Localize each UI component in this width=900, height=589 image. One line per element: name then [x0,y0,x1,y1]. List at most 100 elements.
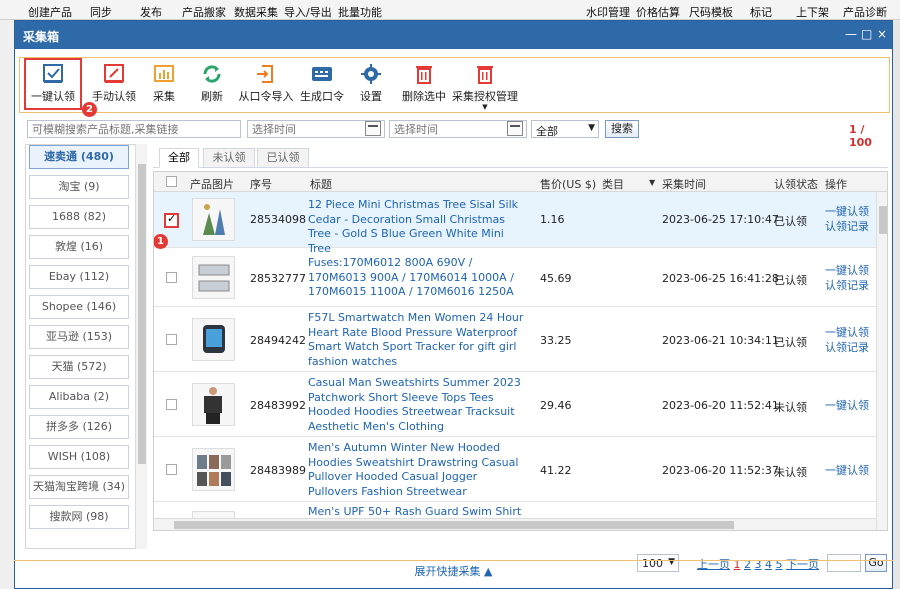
row-checkbox[interactable] [166,334,177,345]
sidebar-item-dhgate[interactable]: 敦煌 (16) [29,235,129,259]
source-sidebar: 速卖通 (480) 淘宝 (9) 1688 (82) 敦煌 (16) Ebay … [25,144,147,549]
sidebar-item-ebay[interactable]: Ebay (112) [29,265,129,289]
trash-icon [416,66,432,84]
search-input[interactable] [27,120,241,138]
col-category[interactable]: 类目 [602,176,624,192]
row-checkbox[interactable] [166,272,177,283]
row-title-link[interactable]: Fuses:170M6012 800A 690V / 170M6013 900A… [308,256,530,300]
table-row[interactable]: 28483992 Casual Man Sweatshirts Summer 2… [154,373,876,437]
generate-code-icon [312,67,332,81]
sidebar-scrollbar[interactable] [135,144,147,549]
menu-publish[interactable]: 发布 [140,4,162,20]
sidebar-item-taobao[interactable]: 淘宝 (9) [29,175,129,199]
product-thumbnail [192,198,235,241]
sidebar-item-pinduoduo[interactable]: 拼多多 (126) [29,415,129,439]
product-thumbnail [192,448,235,491]
manual-claim-button[interactable]: 手动认领 [86,58,142,112]
menu-sync[interactable]: 同步 [90,4,112,20]
table-row[interactable]: 28494242 F57L Smartwatch Men Women 24 Ho… [154,308,876,372]
row-checkbox-checked[interactable]: ✓ [164,212,179,228]
table-horizontal-scrollbar[interactable] [154,518,876,530]
row-claim-link[interactable]: 一键认领 [825,205,869,219]
tab-all[interactable]: 全部 [159,148,199,168]
import-from-code-button[interactable]: 从口令导入 [238,58,294,112]
sidebar-item-aliexpress[interactable]: 速卖通 (480) [29,145,129,169]
background-panel [0,20,14,589]
collection-box-window: 采集箱 — □ × 一键认领 2 手动认领 采集 刷新 从口令导入 生成口令 设… [14,20,893,589]
sidebar-item-amazon[interactable]: 亚马逊 (153) [29,325,129,349]
row-price: 29.46 [540,399,572,412]
col-actions: 操作 [825,178,847,191]
table-row[interactable]: 28483989 Men's Autumn Winter New Hooded … [154,438,876,502]
row-collect-time: 2023-06-20 11:52:37 [662,464,779,477]
sort-caret-icon[interactable]: ▼ [649,178,655,187]
menu-import-export[interactable]: 导入/导出 [284,4,332,20]
calendar-icon[interactable] [507,121,523,136]
col-collect-time[interactable]: 采集时间 [662,176,706,192]
table-row[interactable]: 28532777 Fuses:170M6012 800A 690V / 170M… [154,249,876,307]
sidebar-item-1688[interactable]: 1688 (82) [29,205,129,229]
status-select[interactable]: 全部 ▼ [531,120,599,138]
search-button[interactable]: 搜索 [605,120,639,138]
menu-diagnose[interactable]: 产品诊断 [843,4,887,20]
collect-button[interactable]: 采集 [144,58,184,112]
toolbar: 一键认领 2 手动认领 采集 刷新 从口令导入 生成口令 设置 删除选中 采集授… [19,57,890,117]
row-title-link[interactable]: Casual Man Sweatshirts Summer 2023 Patch… [308,376,530,434]
menu-watermark[interactable]: 水印管理 [586,4,630,20]
sidebar-item-alibaba[interactable]: Alibaba (2) [29,385,129,409]
row-title-link[interactable]: Men's Autumn Winter New Hooded Hoodies S… [308,441,530,499]
col-price[interactable]: 售价(US $) [540,176,596,192]
settings-button[interactable]: 设置 [354,58,388,112]
close-icon[interactable]: × [877,27,887,41]
row-claim-link[interactable]: 一键认领 [825,264,869,278]
collect-auth-manage-button[interactable]: 采集授权管理 ▼ [452,58,518,112]
sidebar-item-soukuan[interactable]: 搜款网 (98) [29,505,129,529]
delete-selected-button[interactable]: 删除选中 [400,58,448,112]
tab-claimed[interactable]: 已认领 [257,148,309,168]
row-index: 28534098 [250,213,306,226]
row-checkbox[interactable] [166,464,177,475]
menu-shelf[interactable]: 上下架 [796,4,829,20]
row-collect-time: 2023-06-25 16:41:28 [662,272,779,285]
calendar-icon[interactable] [365,121,381,136]
select-all-checkbox[interactable] [166,176,177,187]
menu-batch[interactable]: 批量功能 [338,4,382,20]
menu-size-template[interactable]: 尺码模板 [689,4,733,20]
refresh-button[interactable]: 刷新 [192,58,232,112]
row-status: 未认领 [774,401,807,414]
expand-quick-collect-link[interactable]: 展开快捷采集 ▲ [14,560,893,578]
row-claim-link[interactable]: 一键认领 [825,326,869,340]
minimize-icon[interactable]: — [845,27,857,41]
sidebar-item-wish[interactable]: WISH (108) [29,445,129,469]
sidebar-item-tmall-cross-border[interactable]: 天猫淘宝跨境 (34) [29,475,129,499]
row-claim-record-link[interactable]: 认领记录 [825,220,869,234]
scrollbar-thumb[interactable] [138,164,146,464]
table-row[interactable]: ✓ 1 28534098 12 Piece Mini Christmas Tre… [154,192,876,255]
row-title-link[interactable]: 12 Piece Mini Christmas Tree Sisal Silk … [308,198,530,256]
row-title-link[interactable]: F57L Smartwatch Men Women 24 Hour Heart … [308,311,530,369]
row-claim-record-link[interactable]: 认领记录 [825,279,869,293]
row-claim-link[interactable]: 一键认领 [825,399,869,413]
scrollbar-thumb[interactable] [879,206,887,234]
row-claim-link[interactable]: 一键认领 [825,464,869,478]
app-menu-bar: 创建产品 同步 发布 产品搬家 数据采集 导入/导出 批量功能 水印管理 价格估… [0,0,900,20]
sidebar-item-shopee[interactable]: Shopee (146) [29,295,129,319]
row-checkbox[interactable] [166,399,177,410]
window-title: 采集箱 [23,30,60,44]
row-status: 未认领 [774,466,807,479]
row-claim-record-link[interactable]: 认领记录 [825,341,869,355]
sidebar-item-tmall[interactable]: 天猫 (572) [29,355,129,379]
menu-price-estimate[interactable]: 价格估算 [636,4,680,20]
maximize-icon[interactable]: □ [861,27,872,41]
menu-product-move[interactable]: 产品搬家 [182,4,226,20]
scrollbar-thumb[interactable] [174,521,734,529]
menu-mark[interactable]: 标记 [750,4,772,20]
row-index: 28532777 [250,272,306,285]
tab-unclaimed[interactable]: 未认领 [203,148,255,168]
collect-chart-icon [154,65,174,82]
generate-code-button[interactable]: 生成口令 [298,58,346,112]
menu-create-product[interactable]: 创建产品 [28,4,72,20]
dropdown-caret-icon: ▼ [482,103,488,111]
table-vertical-scrollbar[interactable] [876,192,887,530]
menu-data-collect[interactable]: 数据采集 [234,4,278,20]
